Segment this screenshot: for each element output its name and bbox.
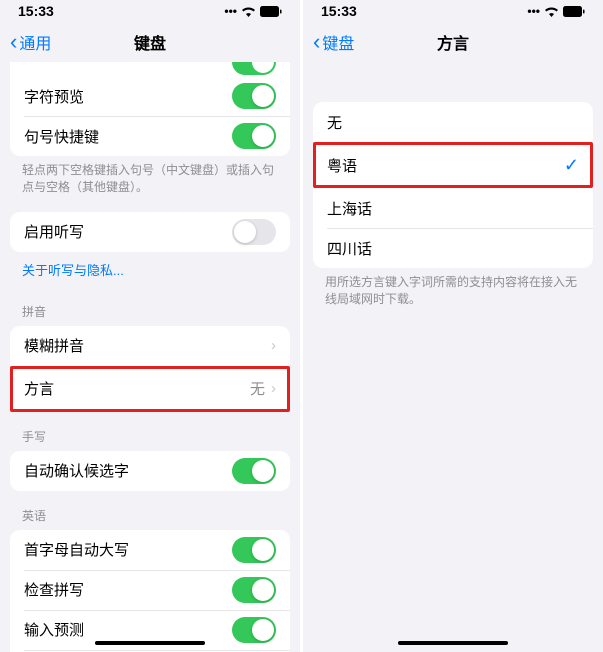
group-keyboard-options: 字符预览 句号快捷键	[10, 62, 290, 156]
label: 检查拼写	[24, 579, 84, 600]
toggle-check-spelling[interactable]	[232, 577, 276, 603]
label: 首字母自动大写	[24, 539, 129, 560]
toggle-auto-cap[interactable]	[232, 537, 276, 563]
label: 方言	[24, 378, 54, 399]
row-option-sichuanese[interactable]: 四川话	[313, 228, 593, 268]
group-dialect-none: 无	[313, 102, 593, 142]
chevron-right-icon: ›	[271, 337, 276, 354]
battery-icon	[563, 6, 585, 17]
nav-title: 键盘	[134, 30, 166, 54]
back-label: 键盘	[322, 30, 354, 54]
group-dialect-rest: 上海话 四川话	[313, 188, 593, 268]
nav-bar: ‹ 键盘 方言	[303, 22, 603, 62]
header-handwriting: 手写	[0, 412, 300, 451]
header-pinyin: 拼音	[0, 287, 300, 326]
back-label: 通用	[19, 30, 51, 54]
row-auto-confirm[interactable]: 自动确认候选字	[10, 451, 290, 491]
wifi-icon	[241, 6, 256, 17]
chevron-left-icon: ‹	[313, 29, 320, 55]
footer-text: 用所选方言键入字词所需的支持内容将在接入无线局域网时下载。	[303, 268, 603, 314]
wifi-icon	[544, 6, 559, 17]
status-bar: 15:33 •••	[303, 0, 603, 22]
label: 无	[327, 112, 342, 133]
label: 字符预览	[24, 86, 84, 107]
header-english: 英语	[0, 491, 300, 530]
toggle-char-preview[interactable]	[232, 83, 276, 109]
cellular-icon: •••	[224, 4, 237, 18]
back-button[interactable]: ‹ 键盘	[313, 29, 354, 55]
row-option-cantonese[interactable]: 粤语 ✓	[316, 145, 590, 185]
row-fuzzy-pinyin[interactable]: 模糊拼音 ›	[10, 326, 290, 366]
label: 自动确认候选字	[24, 460, 129, 481]
row-char-preview[interactable]: 字符预览	[10, 76, 290, 116]
status-time: 15:33	[18, 3, 54, 19]
home-indicator[interactable]	[398, 641, 508, 645]
chevron-right-icon: ›	[271, 380, 276, 397]
battery-icon	[260, 6, 282, 17]
highlight-dialect: 方言 无 ›	[10, 366, 290, 412]
label: 输入预测	[24, 619, 84, 640]
row-auto-cap[interactable]: 首字母自动大写	[10, 530, 290, 570]
toggle-auto-confirm[interactable]	[232, 458, 276, 484]
label: 粤语	[327, 155, 357, 176]
dictation-privacy-link[interactable]: 关于听写与隐私...	[0, 252, 300, 287]
status-time: 15:33	[321, 3, 357, 19]
toggle-period-shortcut[interactable]	[232, 123, 276, 149]
chevron-left-icon: ‹	[10, 29, 17, 55]
highlight-cantonese: 粤语 ✓	[313, 142, 593, 188]
row-check-spelling[interactable]: 检查拼写	[10, 570, 290, 610]
status-bar: 15:33 •••	[0, 0, 300, 22]
row-value: 无 ›	[250, 378, 276, 399]
row-dialect[interactable]: 方言 无 ›	[13, 369, 287, 409]
label: 四川话	[327, 238, 372, 259]
row-partial	[10, 62, 290, 76]
group-handwriting: 自动确认候选字	[10, 451, 290, 491]
check-icon: ✓	[564, 155, 579, 176]
group-english: 首字母自动大写 检查拼写 输入预测 滑行键入时逐词删除	[10, 530, 290, 652]
nav-bar: ‹ 通用 键盘	[0, 22, 300, 62]
label: 句号快捷键	[24, 126, 99, 147]
group-pinyin-fuzzy: 模糊拼音 ›	[10, 326, 290, 366]
label: 模糊拼音	[24, 335, 84, 356]
row-enable-dictation[interactable]: 启用听写	[10, 212, 290, 252]
row-option-shanghainese[interactable]: 上海话	[313, 188, 593, 228]
row-period-shortcut[interactable]: 句号快捷键	[10, 116, 290, 156]
toggle-predictive[interactable]	[232, 617, 276, 643]
status-icons: •••	[527, 4, 585, 18]
label: 上海话	[327, 198, 372, 219]
back-button[interactable]: ‹ 通用	[10, 29, 51, 55]
group-dictation: 启用听写	[10, 212, 290, 252]
cellular-icon: •••	[527, 4, 540, 18]
status-icons: •••	[224, 4, 282, 18]
toggle-enable-dictation[interactable]	[232, 219, 276, 245]
toggle-partial[interactable]	[232, 62, 276, 75]
label: 启用听写	[24, 221, 84, 242]
row-option-none[interactable]: 无	[313, 102, 593, 142]
footer-text: 轻点两下空格键插入句号（中文键盘）或插入句点与空格（其他键盘）。	[0, 156, 300, 202]
nav-title: 方言	[437, 30, 469, 54]
home-indicator[interactable]	[95, 641, 205, 645]
